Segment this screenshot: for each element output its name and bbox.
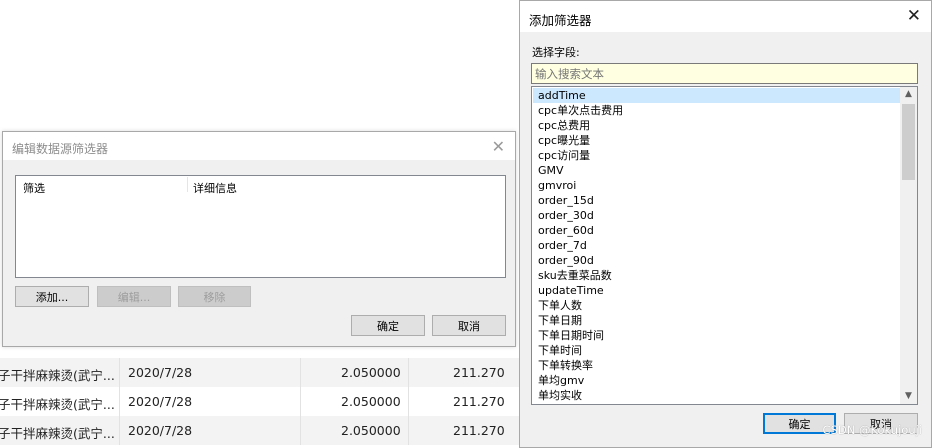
table-cell-value: 2.050000: [341, 365, 401, 380]
field-item[interactable]: 下单日期时间: [533, 328, 901, 343]
table-row: 子干拌麻辣烫(武宁... 2020/7/28 2.050000 211.270: [0, 358, 520, 387]
vertical-scrollbar[interactable]: ▲ ▼: [900, 87, 917, 404]
dialog-title: 编辑数据源筛选器: [12, 142, 109, 156]
field-item[interactable]: 下单时间: [533, 343, 901, 358]
field-item[interactable]: updateTime: [533, 283, 901, 298]
add-button[interactable]: 添加...: [15, 286, 89, 307]
column-header-filter[interactable]: 筛选: [23, 180, 45, 196]
table-cell-date: 2020/7/28: [128, 423, 193, 438]
table-cell-name: 子干拌麻辣烫(武宁...: [0, 397, 115, 412]
field-item[interactable]: addTime: [533, 88, 901, 103]
add-filter-dialog: 添加筛选器 ✕ 选择字段: addTime cpc单次点击费用 cpc总费用 c…: [519, 0, 932, 448]
table-cell-value: 211.270: [453, 394, 505, 409]
field-list[interactable]: addTime cpc单次点击费用 cpc总费用 cpc曝光量 cpc访问量 G…: [531, 86, 918, 405]
field-item[interactable]: cpc曝光量: [533, 133, 901, 148]
close-icon[interactable]: ✕: [907, 6, 921, 26]
scroll-down-icon[interactable]: ▼: [900, 389, 917, 404]
field-item[interactable]: GMV: [533, 163, 901, 178]
ok-button[interactable]: 确定: [351, 315, 425, 336]
remove-button[interactable]: 移除: [178, 286, 251, 307]
field-item[interactable]: order_7d: [533, 238, 901, 253]
edit-button[interactable]: 编辑...: [97, 286, 171, 307]
dialog-title: 添加筛选器: [529, 13, 592, 28]
scroll-up-icon[interactable]: ▲: [900, 87, 917, 102]
search-input[interactable]: [531, 63, 918, 84]
close-icon[interactable]: ✕: [492, 137, 505, 156]
filter-list[interactable]: 筛选 详细信息: [15, 175, 506, 278]
table-cell-value: 211.270: [453, 423, 505, 438]
field-item[interactable]: sku去重菜品数: [533, 268, 901, 283]
table-cell-value: 2.050000: [341, 394, 401, 409]
field-item[interactable]: cpc总费用: [533, 118, 901, 133]
field-item[interactable]: order_30d: [533, 208, 901, 223]
field-item[interactable]: 下单转换率: [533, 358, 901, 373]
field-item[interactable]: 单均实收: [533, 388, 901, 403]
table-row: 子干拌麻辣烫(武宁... 2020/7/28 2.050000 211.270: [0, 387, 520, 416]
table-cell-name: 子干拌麻辣烫(武宁...: [0, 426, 115, 441]
table-cell-value: 211.270: [453, 365, 505, 380]
dialog-body: 选择字段: addTime cpc单次点击费用 cpc总费用 cpc曝光量 cp…: [520, 32, 931, 447]
column-header-details[interactable]: 详细信息: [193, 180, 237, 196]
field-item[interactable]: order_90d: [533, 253, 901, 268]
field-item[interactable]: order_15d: [533, 193, 901, 208]
table-cell-date: 2020/7/28: [128, 365, 193, 380]
watermark: CSDN @Kokujouji: [822, 423, 922, 437]
edit-datasource-filter-dialog: 编辑数据源筛选器 ✕ 筛选 详细信息 添加... 编辑... 移除 确定 取消: [2, 131, 516, 347]
dialog-body: 筛选 详细信息 添加... 编辑... 移除 确定 取消: [3, 160, 515, 346]
field-item[interactable]: 下单人数: [533, 298, 901, 313]
field-item[interactable]: 单均gmv: [533, 373, 901, 388]
scroll-thumb[interactable]: [902, 104, 915, 180]
cancel-button[interactable]: 取消: [432, 315, 506, 336]
field-item[interactable]: order_60d: [533, 223, 901, 238]
table-row: 子干拌麻辣烫(武宁... 2020/7/28 2.050000 211.270: [0, 416, 520, 445]
field-item[interactable]: cpc访问量: [533, 148, 901, 163]
select-field-label: 选择字段:: [532, 46, 580, 59]
field-item[interactable]: cpc单次点击费用: [533, 103, 901, 118]
table-cell-date: 2020/7/28: [128, 394, 193, 409]
field-item[interactable]: gmvroi: [533, 178, 901, 193]
field-item[interactable]: 下单日期: [533, 313, 901, 328]
table-cell-value: 2.050000: [341, 423, 401, 438]
table-cell-name: 子干拌麻辣烫(武宁...: [0, 368, 115, 383]
